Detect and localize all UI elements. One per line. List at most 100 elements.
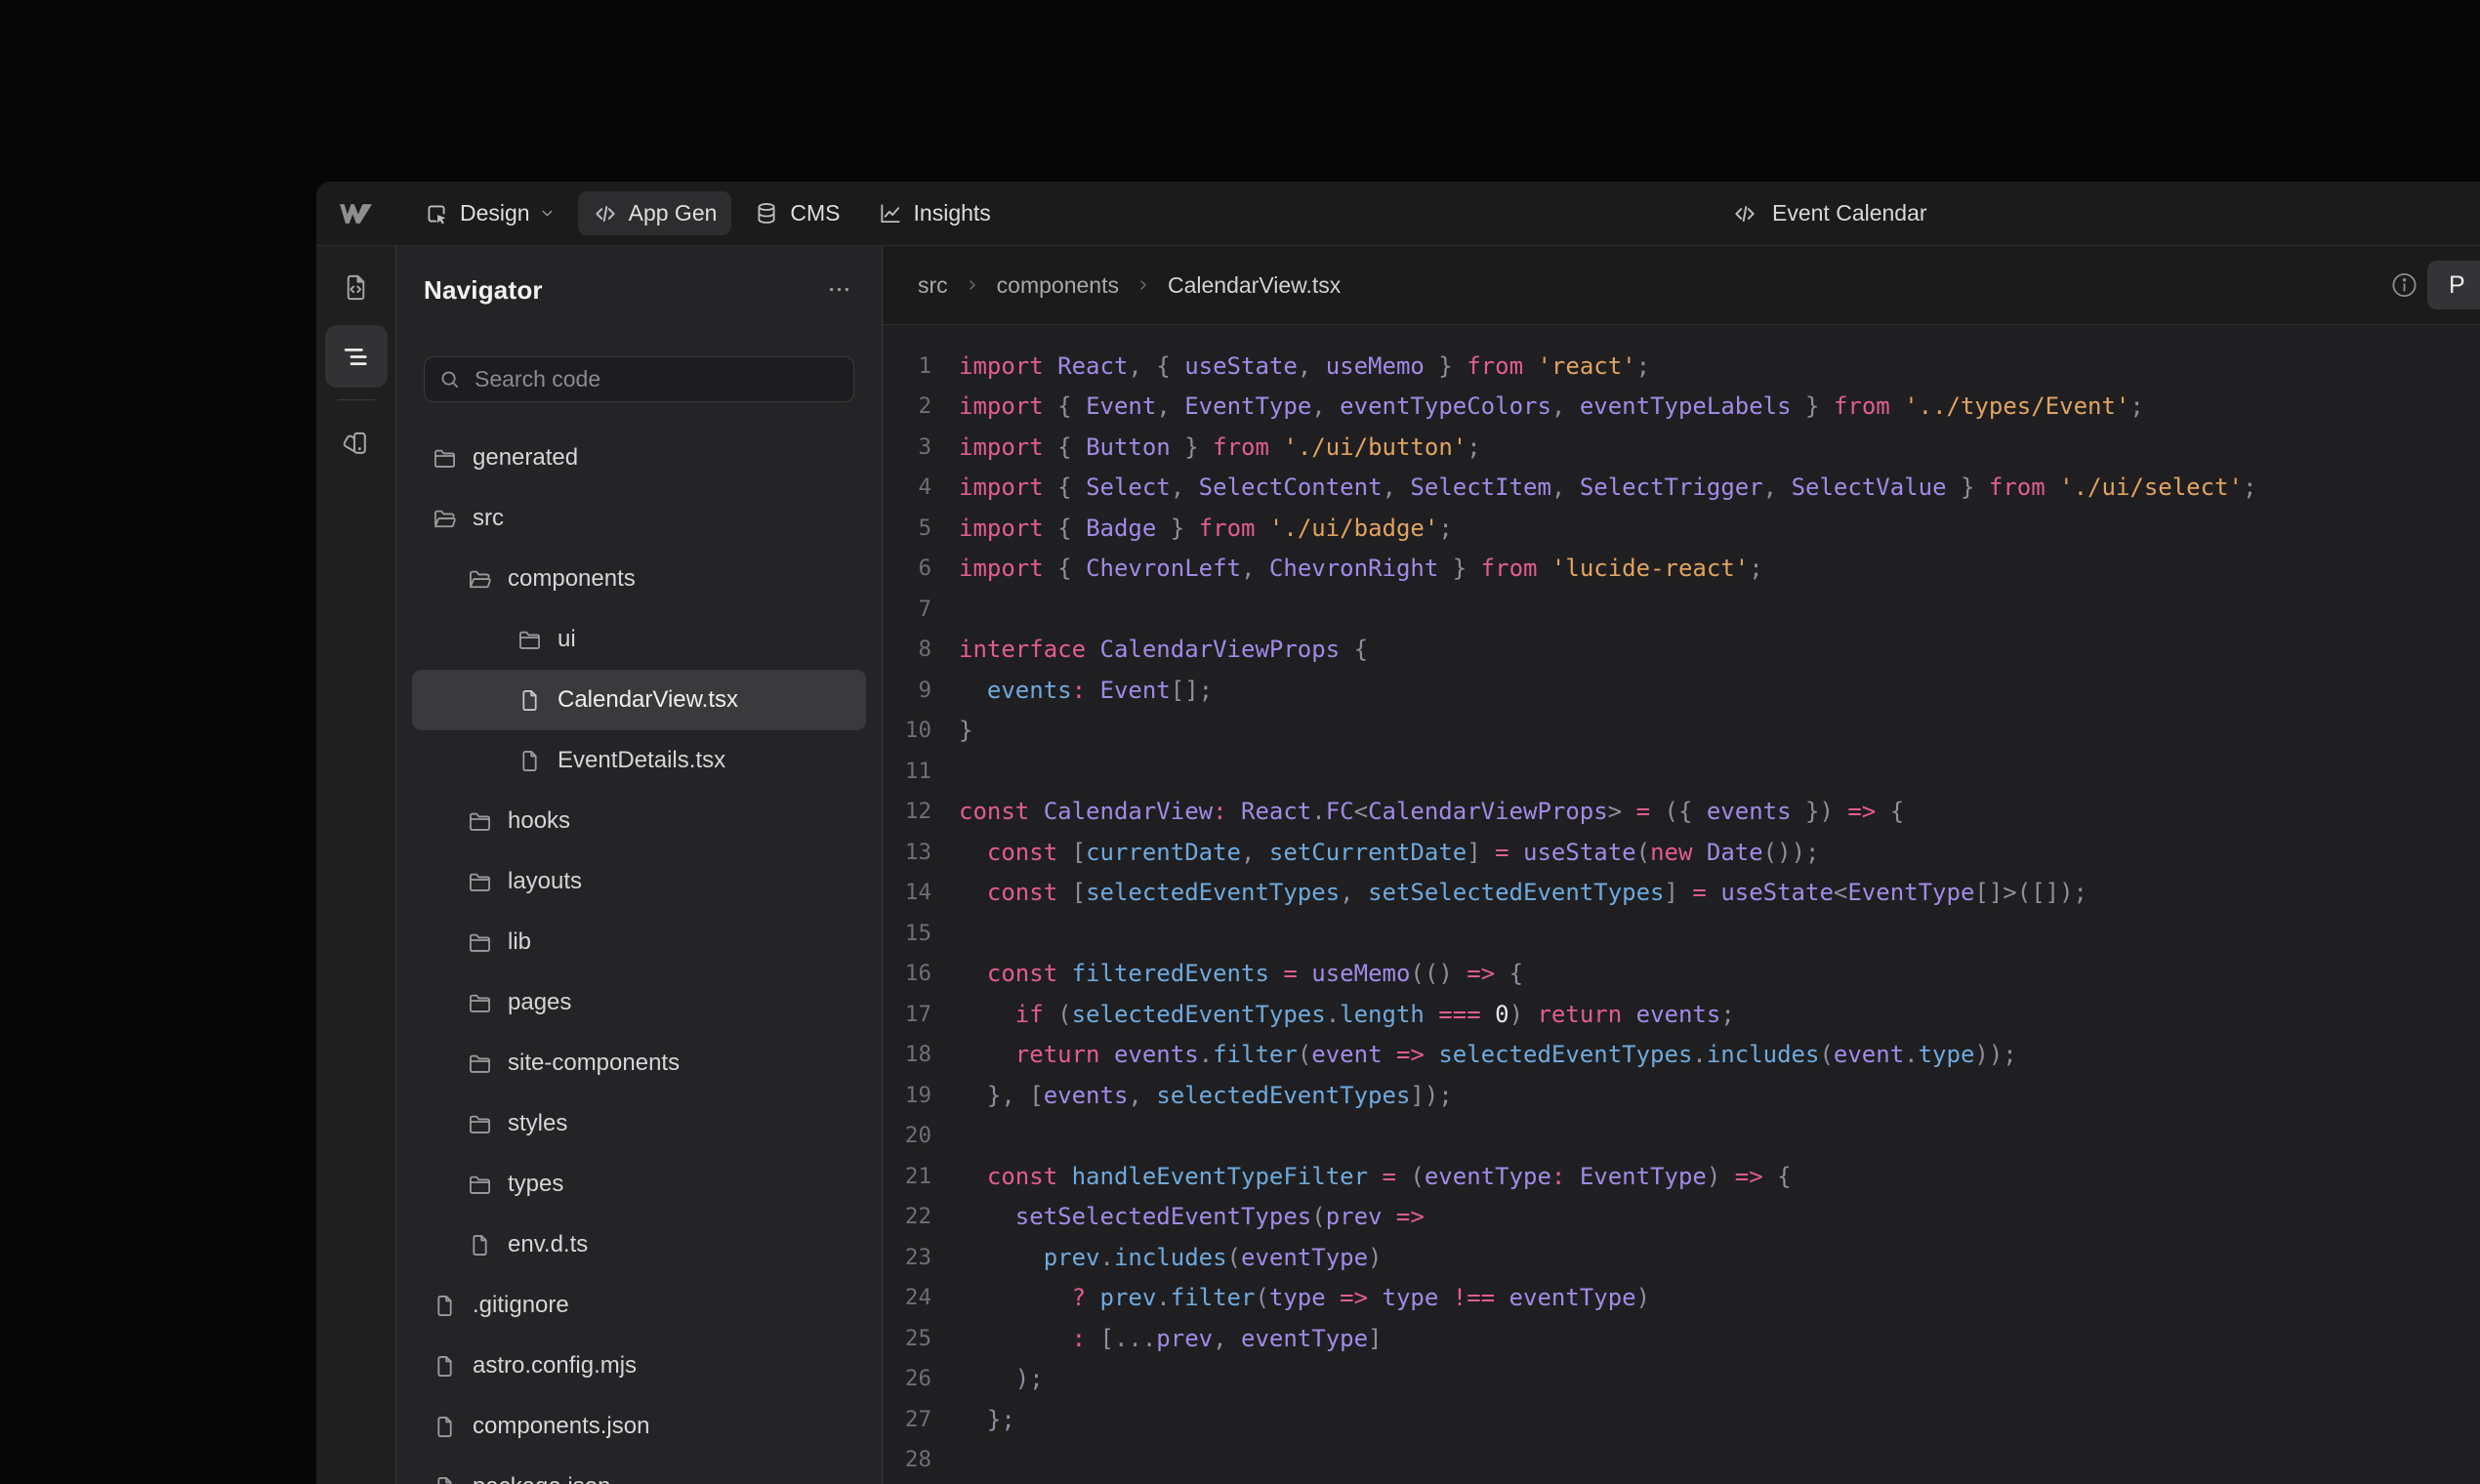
line-number: 18	[883, 1042, 931, 1067]
code-text: return events.filter(event => selectedEv…	[959, 1041, 2017, 1068]
activity-bar-divider	[338, 399, 375, 400]
webflow-logo-icon[interactable]	[340, 204, 372, 224]
code-line[interactable]: 23 prev.includes(eventType)	[883, 1237, 2480, 1278]
code-line[interactable]: 25 : [...prev, eventType]	[883, 1318, 2480, 1359]
line-number: 12	[883, 799, 931, 824]
project-title: Event Calendar	[1732, 182, 1927, 245]
tab-design[interactable]: Design	[409, 191, 570, 235]
info-button[interactable]	[2385, 267, 2423, 305]
code-line[interactable]: 9 events: Event[];	[883, 670, 2480, 711]
tree-item-label: hooks	[508, 807, 570, 835]
tree-item-astro.config.mjs[interactable]: astro.config.mjs	[412, 1336, 866, 1396]
code-line[interactable]: 1import React, { useState, useMemo } fro…	[883, 346, 2480, 387]
tree-item-src[interactable]: src	[412, 488, 866, 549]
code-area[interactable]: 1import React, { useState, useMemo } fro…	[883, 325, 2480, 1484]
code-line[interactable]: 10}	[883, 711, 2480, 752]
tree-item-label: components.json	[473, 1413, 649, 1440]
tab-cms[interactable]: CMS	[739, 191, 854, 235]
line-number: 28	[883, 1447, 931, 1472]
publish-button-partial[interactable]: P	[2427, 261, 2480, 309]
code-line[interactable]: 12const CalendarView: React.FC<CalendarV…	[883, 792, 2480, 833]
tree-item-label: pages	[508, 989, 571, 1016]
activity-button-code-file[interactable]	[325, 256, 388, 318]
tree-item-types[interactable]: types	[412, 1154, 866, 1215]
breadcrumb-item[interactable]: src	[918, 272, 948, 299]
breadcrumb-item[interactable]: components	[997, 272, 1119, 299]
code-line[interactable]: 28	[883, 1440, 2480, 1481]
line-number: 1	[883, 353, 931, 379]
tree-item-label: site-components	[508, 1050, 680, 1077]
code-line[interactable]: 5import { Badge } from './ui/badge';	[883, 508, 2480, 549]
code-line[interactable]: 22 setSelectedEventTypes(prev =>	[883, 1197, 2480, 1238]
code-line[interactable]: 7	[883, 589, 2480, 630]
tree-item-lib[interactable]: lib	[412, 912, 866, 972]
search-input[interactable]	[473, 365, 840, 393]
code-text: const [selectedEventTypes, setSelectedEv…	[959, 879, 2087, 906]
tree-item-generated[interactable]: generated	[412, 428, 866, 488]
tab-insights[interactable]: Insights	[863, 191, 1006, 235]
line-number: 17	[883, 1002, 931, 1027]
ellipsis-icon	[826, 276, 852, 303]
cursor-icon	[424, 201, 449, 227]
code-line[interactable]: 6import { ChevronLeft, ChevronRight } fr…	[883, 549, 2480, 590]
line-number: 16	[883, 961, 931, 986]
code-line[interactable]: 24 ? prev.filter(type => type !== eventT…	[883, 1278, 2480, 1319]
code-text: const [currentDate, setCurrentDate] = us…	[959, 839, 1819, 866]
tree-item-pages[interactable]: pages	[412, 972, 866, 1033]
code-line[interactable]: 2import { Event, EventType, eventTypeCol…	[883, 387, 2480, 428]
navigator-header: Navigator	[396, 246, 882, 305]
activity-button-swatches[interactable]	[325, 411, 388, 474]
activity-button-navigator[interactable]	[325, 325, 388, 388]
tree-item-EventDetails.tsx[interactable]: EventDetails.tsx	[412, 730, 866, 791]
code-line[interactable]: 18 return events.filter(event => selecte…	[883, 1035, 2480, 1076]
folder-icon	[517, 627, 543, 653]
code-line[interactable]: 21 const handleEventTypeFilter = (eventT…	[883, 1156, 2480, 1197]
code-line[interactable]: 8interface CalendarViewProps {	[883, 630, 2480, 671]
code-line[interactable]: 16 const filteredEvents = useMemo(() => …	[883, 954, 2480, 995]
tab-label: CMS	[790, 200, 840, 227]
code-line[interactable]: 4import { Select, SelectContent, SelectI…	[883, 468, 2480, 509]
breadcrumb-item[interactable]: CalendarView.tsx	[1168, 272, 1341, 299]
tab-label: Insights	[914, 200, 991, 227]
line-number: 5	[883, 515, 931, 541]
code-line[interactable]: 11	[883, 751, 2480, 792]
breadcrumb-bar: src components CalendarView.tsx P	[883, 246, 2480, 325]
code-text: const handleEventTypeFilter = (eventType…	[959, 1163, 1792, 1190]
search-box[interactable]	[424, 356, 854, 402]
topbar-tabs: Design App Gen CMS Insights	[409, 191, 1006, 235]
code-line[interactable]: 13 const [currentDate, setCurrentDate] =…	[883, 832, 2480, 873]
tree-item-label: EventDetails.tsx	[558, 747, 725, 774]
tree-item-hooks[interactable]: hooks	[412, 791, 866, 851]
code-line[interactable]: 17 if (selectedEventTypes.length === 0) …	[883, 994, 2480, 1035]
tree-item-env.d.ts[interactable]: env.d.ts	[412, 1215, 866, 1275]
code-line[interactable]: 20	[883, 1116, 2480, 1157]
code-line[interactable]: 26 );	[883, 1359, 2480, 1400]
tree-item-ui[interactable]: ui	[412, 609, 866, 670]
line-number: 27	[883, 1407, 931, 1432]
main-area: Navigator generatedsrccomponentsuiCalend…	[316, 246, 2480, 1484]
file-icon	[432, 1293, 458, 1319]
code-line[interactable]: 14 const [selectedEventTypes, setSelecte…	[883, 873, 2480, 914]
navigator-menu-button[interactable]	[824, 274, 854, 305]
tree-item-components[interactable]: components	[412, 549, 866, 609]
chart-icon	[878, 201, 903, 227]
file-icon	[432, 1414, 458, 1440]
file-icon	[432, 1353, 458, 1380]
code-line[interactable]: 27 };	[883, 1399, 2480, 1440]
tree-item-CalendarView.tsx[interactable]: CalendarView.tsx	[412, 670, 866, 730]
tree-item-layouts[interactable]: layouts	[412, 851, 866, 912]
tab-app-gen[interactable]: App Gen	[578, 191, 732, 235]
code-text: prev.includes(eventType)	[959, 1244, 1383, 1271]
line-number: 6	[883, 556, 931, 581]
tree-item-styles[interactable]: styles	[412, 1093, 866, 1154]
folder-icon	[467, 990, 493, 1016]
code-line[interactable]: 15	[883, 913, 2480, 954]
tree-item-package.json[interactable]: package.json	[412, 1457, 866, 1484]
tree-item-components.json[interactable]: components.json	[412, 1396, 866, 1457]
tab-label: Design	[460, 200, 530, 227]
code-line[interactable]: 19 }, [events, selectedEventTypes]);	[883, 1075, 2480, 1116]
tree-item-label: src	[473, 505, 504, 532]
code-line[interactable]: 3import { Button } from './ui/button';	[883, 427, 2480, 468]
tree-item-site-components[interactable]: site-components	[412, 1033, 866, 1093]
tree-item-.gitignore[interactable]: .gitignore	[412, 1275, 866, 1336]
